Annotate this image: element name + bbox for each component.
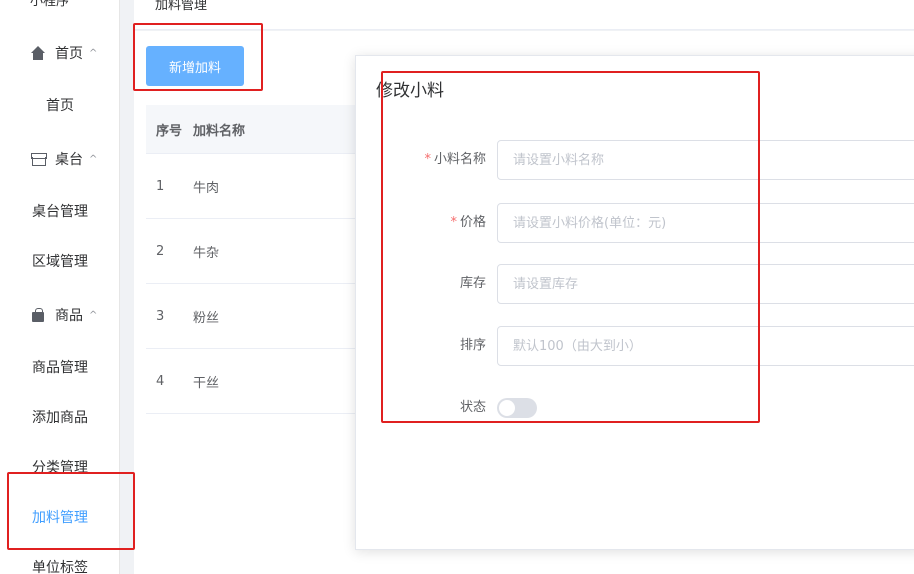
edit-addon-dialog: 修改小料 *小料名称 *价格 库存 排序 状态 — [355, 55, 914, 550]
column-header-name: 加料名称 — [193, 123, 246, 139]
sidebar-item-area-manage[interactable]: 区域管理 — [0, 252, 120, 272]
dialog-title: 修改小料 — [376, 81, 444, 101]
sidebar-item-addon-manage[interactable]: 加料管理 — [0, 508, 120, 528]
add-addon-button[interactable]: 新增加料 — [146, 46, 244, 86]
form-row-name: * 小料名称 — [356, 140, 914, 180]
breadcrumb: 加料管理 — [155, 0, 208, 13]
cell-name: 牛肉 — [193, 180, 220, 196]
table-row[interactable]: 2 牛杂 — [146, 219, 376, 284]
sidebar-group-label: 桌台 — [55, 152, 83, 168]
box-icon — [30, 151, 47, 167]
form-row-sort: 排序 — [356, 326, 914, 366]
sidebar-group-table[interactable]: 桌台 ^ — [30, 149, 97, 169]
stock-input[interactable] — [497, 264, 914, 304]
required-mark: * — [450, 215, 457, 230]
column-header-index: 序号 — [156, 123, 183, 139]
price-label: * 价格 — [450, 215, 486, 230]
sidebar-item-unit-tags[interactable]: 单位标签 — [0, 558, 120, 574]
required-mark: * — [424, 152, 431, 167]
sidebar-app-label: 小程序 — [30, 0, 70, 9]
sidebar-group-goods[interactable]: 商品 ^ — [30, 305, 97, 325]
sidebar-group-label: 首页 — [55, 46, 83, 62]
chevron-up-icon: ^ — [89, 153, 98, 165]
status-label: 状态 — [459, 400, 486, 415]
table-row[interactable]: 4 干丝 — [146, 349, 376, 414]
table-row[interactable]: 1 牛肉 — [146, 154, 376, 219]
form-row-status: 状态 — [356, 388, 914, 428]
cell-name: 干丝 — [193, 375, 220, 391]
stock-label: 库存 — [459, 276, 486, 291]
price-input[interactable] — [497, 203, 914, 243]
sidebar-group-label: 商品 — [55, 308, 83, 324]
sidebar-item-home[interactable]: 首页 — [0, 96, 120, 116]
table-header: 序号 加料名称 — [146, 105, 376, 154]
sidebar-item-category-manage[interactable]: 分类管理 — [0, 458, 120, 478]
cell-index: 1 — [156, 178, 165, 194]
addon-table: 序号 加料名称 1 牛肉 2 牛杂 3 粉丝 4 干丝 — [146, 105, 376, 414]
form-row-price: * 价格 — [356, 203, 914, 243]
sidebar-item-goods-manage[interactable]: 商品管理 — [0, 358, 120, 378]
name-label: * 小料名称 — [424, 152, 486, 167]
chevron-up-icon: ^ — [89, 47, 98, 59]
home-icon — [30, 45, 46, 61]
cell-index: 3 — [156, 308, 165, 324]
name-input[interactable] — [497, 140, 914, 180]
sidebar: 小程序 首页 ^ 首页 桌台 ^ 桌台管理 区域管理 商品 ^ 商品管理 添加商… — [0, 0, 120, 574]
sort-input[interactable] — [497, 326, 914, 366]
sidebar-item-table-manage[interactable]: 桌台管理 — [0, 202, 120, 222]
sidebar-item-add-goods[interactable]: 添加商品 — [0, 408, 120, 428]
form-row-stock: 库存 — [356, 264, 914, 304]
chevron-up-icon: ^ — [89, 309, 98, 321]
cell-index: 2 — [156, 243, 165, 259]
cell-index: 4 — [156, 373, 165, 389]
sort-label: 排序 — [459, 338, 486, 353]
cell-name: 粉丝 — [193, 310, 220, 326]
status-toggle[interactable] — [497, 398, 537, 418]
cell-name: 牛杂 — [193, 245, 220, 261]
bag-icon — [30, 307, 46, 323]
sidebar-group-home[interactable]: 首页 ^ — [30, 43, 97, 63]
top-bar: 加料管理 — [134, 0, 914, 30]
table-row[interactable]: 3 粉丝 — [146, 284, 376, 349]
